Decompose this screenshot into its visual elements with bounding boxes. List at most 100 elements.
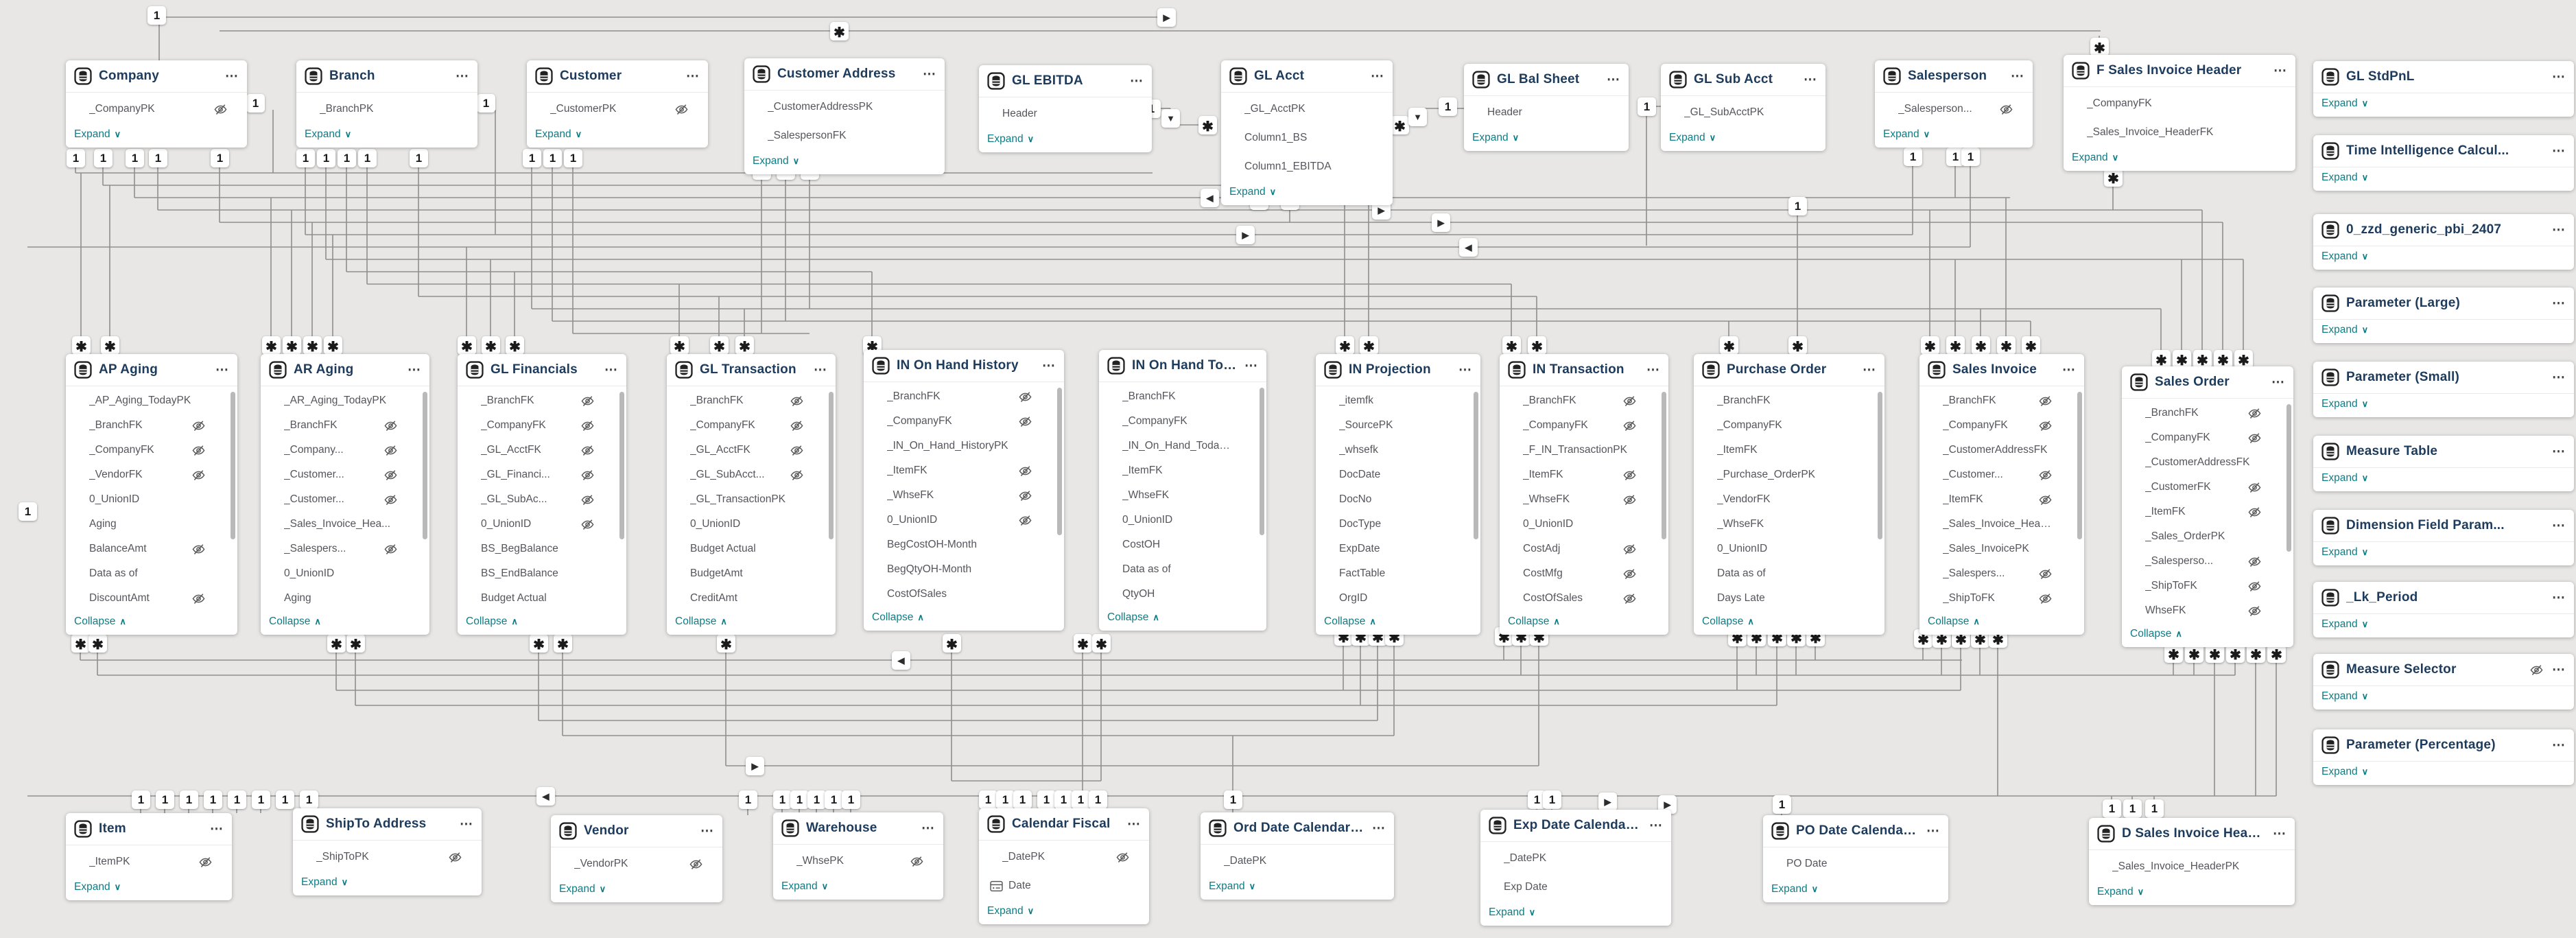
field-row-itemfk[interactable]: _ItemFK: [2122, 500, 2293, 524]
expand-toggle[interactable]: Expand∨: [744, 151, 945, 174]
more-options-icon[interactable]: ⋯: [225, 70, 239, 83]
field-row-gl-acctfk[interactable]: _GL_AcctFK: [458, 438, 626, 462]
table-card-measure-selector[interactable]: Measure Selector⋯Expand∨: [2313, 654, 2574, 710]
field-row-begcostoh-month[interactable]: BegCostOH-Month: [864, 532, 1064, 557]
field-row-company[interactable]: _Company...: [261, 438, 429, 462]
collapse-toggle[interactable]: Collapse∧: [1919, 611, 2084, 635]
table-card-header[interactable]: Dimension Field Param...⋯: [2313, 510, 2574, 542]
field-row-gl-transactionpk[interactable]: _GL_TransactionPK: [667, 487, 836, 512]
table-card-header[interactable]: Measure Selector⋯: [2313, 654, 2574, 686]
table-card-gl-acct[interactable]: GL Acct⋯_GL_AcctPKColumn1_BSColumn1_EBIT…: [1221, 60, 1393, 205]
field-row-customer[interactable]: _Customer...: [261, 462, 429, 487]
field-row-branchfk[interactable]: _BranchFK: [1500, 388, 1668, 413]
field-row-itemfk[interactable]: _ItemFK: [1694, 438, 1884, 462]
table-card-gl-financials[interactable]: GL Financials⋯_BranchFK_CompanyFK_GL_Acc…: [458, 354, 626, 635]
expand-toggle[interactable]: Expand∨: [1464, 128, 1629, 151]
more-options-icon[interactable]: ⋯: [2552, 371, 2566, 384]
field-row-companyfk[interactable]: _CompanyFK: [2122, 425, 2293, 450]
more-options-icon[interactable]: ⋯: [1646, 364, 1660, 377]
field-list-scrollbar[interactable]: [2077, 392, 2082, 539]
field-row-sales-invoice-hea[interactable]: _Sales_Invoice_Hea...: [261, 512, 429, 537]
table-card-header[interactable]: IN Transaction⋯: [1500, 354, 1668, 386]
field-row-budgetamt[interactable]: BudgetAmt: [667, 561, 836, 586]
more-options-icon[interactable]: ⋯: [1926, 825, 1940, 838]
more-options-icon[interactable]: ⋯: [921, 822, 935, 835]
field-row-gl-subacctpk[interactable]: _GL_SubAcctPK: [1661, 98, 1825, 127]
field-row-customeraddressfk[interactable]: _CustomerAddressFK: [1919, 438, 2084, 462]
field-list-scrollbar[interactable]: [1878, 392, 1882, 539]
more-options-icon[interactable]: ⋯: [2273, 828, 2287, 841]
collapse-toggle[interactable]: Collapse∧: [1316, 611, 1480, 635]
table-card-header[interactable]: GL StdPnL⋯: [2313, 61, 2574, 93]
table-card-calendar-fiscal[interactable]: Calendar Fiscal⋯_DatePKDateExpand∨: [979, 808, 1149, 924]
field-row-docdate[interactable]: DocDate: [1316, 462, 1480, 487]
field-row-salespers[interactable]: _Salespers...: [261, 537, 429, 561]
field-row-exp-date[interactable]: Exp Date: [1480, 873, 1671, 902]
field-row-costofsales[interactable]: CostOfSales: [1500, 586, 1668, 611]
field-row-date[interactable]: Date: [979, 871, 1149, 900]
table-card-po-date-calendar-fiscal[interactable]: PO Date Calendar Fiscal⋯PO DateExpand∨: [1763, 815, 1948, 902]
more-options-icon[interactable]: ⋯: [2552, 297, 2566, 310]
field-row-companyfk[interactable]: _CompanyFK: [1919, 413, 2084, 438]
table-card-parameter-large[interactable]: Parameter (Large)⋯Expand∨: [2313, 288, 2574, 343]
collapse-toggle[interactable]: Collapse∧: [1099, 607, 1266, 631]
field-row-docno[interactable]: DocNo: [1316, 487, 1480, 512]
field-row-costadj[interactable]: CostAdj: [1500, 537, 1668, 561]
field-list-scrollbar[interactable]: [231, 392, 235, 539]
expand-toggle[interactable]: Expand∨: [1763, 879, 1948, 902]
field-row-0-unionid[interactable]: 0_UnionID: [1500, 512, 1668, 537]
more-options-icon[interactable]: ⋯: [2552, 71, 2566, 84]
field-row-budget-actual[interactable]: Budget Actual: [667, 537, 836, 561]
field-row-branchfk[interactable]: _BranchFK: [66, 413, 237, 438]
more-options-icon[interactable]: ⋯: [407, 364, 421, 377]
table-card-time-intelligence-calcul[interactable]: Time Intelligence Calcul...⋯Expand∨: [2313, 135, 2574, 191]
table-card-gl-ebitda[interactable]: GL EBITDA⋯HeaderExpand∨: [979, 65, 1152, 152]
table-card-measure-table[interactable]: Measure Table⋯Expand∨: [2313, 436, 2574, 491]
field-row-companyfk[interactable]: _CompanyFK: [864, 409, 1064, 434]
table-card-header[interactable]: Sales Invoice⋯: [1919, 354, 2084, 386]
table-card-customer[interactable]: Customer⋯_CustomerPKExpand∨: [527, 60, 708, 148]
table-card-header[interactable]: IN On Hand Today⋯: [1099, 350, 1266, 382]
table-card-header[interactable]: Warehouse⋯: [773, 812, 943, 845]
expand-toggle[interactable]: Expand∨: [296, 124, 477, 148]
table-card-header[interactable]: AP Aging⋯: [66, 354, 237, 386]
field-row-in-on-hand-todaypk[interactable]: _IN_On_Hand_TodayPK: [1099, 434, 1266, 458]
expand-toggle[interactable]: Expand∨: [2313, 394, 2574, 417]
more-options-icon[interactable]: ⋯: [700, 825, 714, 838]
more-options-icon[interactable]: ⋯: [2552, 664, 2566, 677]
table-card-warehouse[interactable]: Warehouse⋯_WhsePKExpand∨: [773, 812, 943, 900]
expand-toggle[interactable]: Expand∨: [2313, 686, 2574, 710]
more-options-icon[interactable]: ⋯: [2552, 739, 2566, 752]
table-card-d-sales-invoice-header[interactable]: D Sales Invoice Header⋯_Sales_Invoice_He…: [2089, 818, 2295, 905]
more-options-icon[interactable]: ⋯: [1607, 73, 1620, 86]
field-row-whsefk[interactable]: WhseFK: [2122, 598, 2293, 623]
more-options-icon[interactable]: ⋯: [1244, 360, 1258, 373]
field-row-bs-endbalance[interactable]: BS_EndBalance: [458, 561, 626, 586]
table-card-header[interactable]: Exp Date Calendar Fiscal⋯: [1480, 810, 1671, 842]
table-card-company[interactable]: Company⋯_CompanyPKExpand∨: [66, 60, 247, 148]
table-card-parameter-percentage[interactable]: Parameter (Percentage)⋯Expand∨: [2313, 729, 2574, 785]
field-row-branchpk[interactable]: _BranchPK: [296, 95, 477, 124]
more-options-icon[interactable]: ⋯: [210, 823, 224, 836]
field-row-companyfk[interactable]: _CompanyFK: [667, 413, 836, 438]
more-options-icon[interactable]: ⋯: [686, 70, 700, 83]
field-row-salesperso[interactable]: _Salesperso...: [2122, 549, 2293, 574]
field-row-companypk[interactable]: _CompanyPK: [66, 95, 247, 124]
field-row-sales-invoicepk[interactable]: _Sales_InvoicePK: [1919, 537, 2084, 561]
field-row-header[interactable]: Header: [979, 99, 1152, 128]
field-row-whsefk[interactable]: _WhseFK: [864, 483, 1064, 508]
field-list-scrollbar[interactable]: [1662, 392, 1666, 539]
more-options-icon[interactable]: ⋯: [1649, 819, 1663, 832]
field-row-aging[interactable]: Aging: [66, 512, 237, 537]
table-card-sales-order[interactable]: Sales Order⋯_BranchFK_CompanyFK_Customer…: [2122, 366, 2293, 647]
field-row-0-unionid[interactable]: 0_UnionID: [458, 512, 626, 537]
model-view-canvas[interactable]: 1▶✱✱111▼✱✱▼111111111111111111111111✱◀▶▶▶…: [0, 0, 2576, 938]
table-card-customer-address[interactable]: Customer Address⋯_CustomerAddressPK_Sale…: [744, 58, 945, 174]
more-options-icon[interactable]: ⋯: [2271, 376, 2285, 389]
field-row-0-unionid[interactable]: 0_UnionID: [667, 512, 836, 537]
field-row-companyfk[interactable]: _CompanyFK: [1500, 413, 1668, 438]
expand-toggle[interactable]: Expand∨: [66, 877, 232, 900]
field-list-scrollbar[interactable]: [829, 392, 834, 539]
field-row-customer[interactable]: _Customer...: [261, 487, 429, 512]
field-row-datepk[interactable]: _DatePK: [979, 843, 1149, 871]
